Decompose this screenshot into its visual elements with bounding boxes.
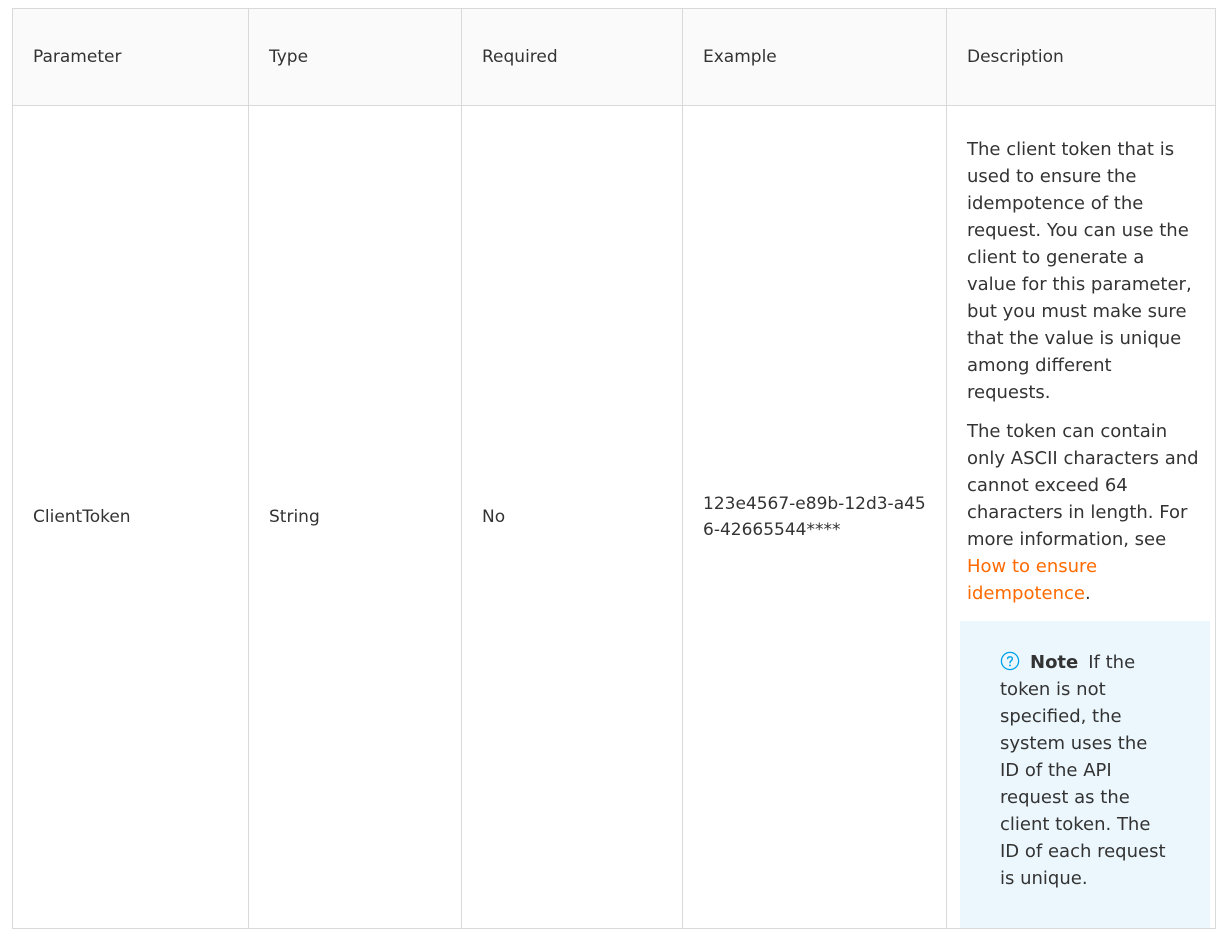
- cell-example: 123e4567-e89b-12d3-a456-42665544****: [682, 105, 947, 929]
- cell-required: No: [461, 105, 683, 929]
- note-box: Note If the token is not specified, the s…: [960, 621, 1210, 928]
- header-example: Example: [682, 8, 947, 106]
- header-description: Description: [946, 8, 1216, 106]
- idempotence-link[interactable]: How to ensure idempotence: [967, 556, 1097, 604]
- note-text: If the token is not specified, the syste…: [1000, 652, 1166, 889]
- cell-description: The client token that is used to ensure …: [946, 105, 1216, 929]
- table-body: ClientToken String No 123e4567-e89b-12d3…: [12, 105, 1216, 929]
- description-paragraph-2-text: The token can contain only ASCII charact…: [967, 421, 1199, 550]
- table-header: Parameter Type Required Example Descript…: [12, 8, 1216, 106]
- header-parameter: Parameter: [12, 8, 249, 106]
- parameter-table: Parameter Type Required Example Descript…: [12, 8, 1216, 929]
- note-label: Note: [1030, 652, 1079, 673]
- header-required: Required: [461, 8, 683, 106]
- header-row: Parameter Type Required Example Descript…: [12, 8, 1216, 106]
- description-paragraph-2-end: .: [1084, 583, 1091, 604]
- header-type: Type: [248, 8, 462, 106]
- question-circle-icon: [1000, 651, 1020, 671]
- description-paragraph-2: The token can contain only ASCII charact…: [967, 418, 1199, 607]
- description-paragraph-1: The client token that is used to ensure …: [967, 139, 1192, 403]
- cell-type: String: [248, 105, 462, 929]
- note-content: Note If the token is not specified, the s…: [1000, 649, 1170, 892]
- cell-parameter: ClientToken: [12, 105, 249, 929]
- table-row: ClientToken String No 123e4567-e89b-12d3…: [12, 105, 1216, 929]
